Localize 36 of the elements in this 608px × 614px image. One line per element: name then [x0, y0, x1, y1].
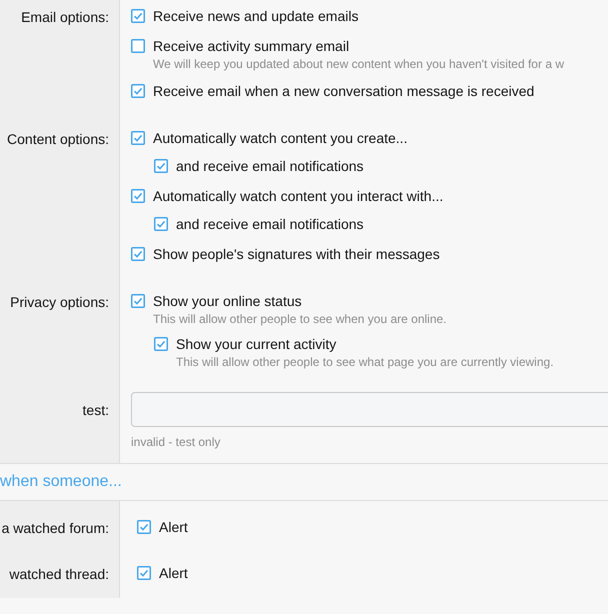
checkbox[interactable]: [131, 294, 145, 308]
checkbox-label: Automatically watch content you interact with...: [153, 188, 444, 204]
checkbox-label: Receive activity summary email: [153, 38, 350, 54]
row-label: a watched forum:: [2, 520, 109, 536]
checkbox[interactable]: [131, 131, 145, 145]
row-label: test:: [82, 402, 109, 418]
checkbox-label: Show people's signatures with their messages: [153, 246, 440, 262]
row-label: Privacy options:: [10, 294, 109, 310]
checkbox[interactable]: [154, 337, 168, 351]
row-label: Email options:: [21, 9, 109, 25]
option-hint: We will keep you updated about new content when you haven't visited for a w: [152, 57, 565, 71]
field-hint: invalid - test only: [131, 435, 222, 449]
checkbox-label: and receive email notifications: [176, 158, 364, 174]
checkbox[interactable]: [131, 189, 145, 203]
checkbox-label: Automatically watch content you create...: [153, 130, 408, 146]
text-input-field[interactable]: [131, 392, 608, 427]
checkbox-label: Receive news and update emails: [153, 8, 358, 24]
option-hint: This will allow other people to see when you are online.: [152, 312, 448, 326]
option-hint: This will allow other people to see what page you are currently viewing.: [175, 355, 555, 369]
row-label: watched thread:: [9, 566, 109, 582]
checkbox[interactable]: [154, 217, 168, 231]
section-heading: when someone...: [0, 473, 122, 491]
row-label: Content options:: [7, 131, 109, 147]
checkbox[interactable]: [154, 159, 168, 173]
checkbox[interactable]: [137, 566, 151, 580]
checkbox-label: Alert: [159, 519, 188, 535]
checkbox[interactable]: [131, 84, 145, 98]
checkbox[interactable]: [131, 247, 145, 261]
checkbox-label: Show your online status: [153, 293, 302, 309]
checkbox-label: Show your current activity: [176, 336, 336, 352]
checkbox[interactable]: [131, 39, 145, 53]
checkbox[interactable]: [137, 520, 151, 534]
checkbox-label: and receive email notifications: [176, 216, 364, 232]
checkbox[interactable]: [131, 9, 145, 23]
checkbox-label: Receive email when a new conversation message is received: [153, 83, 534, 99]
checkbox-label: Alert: [159, 565, 188, 581]
